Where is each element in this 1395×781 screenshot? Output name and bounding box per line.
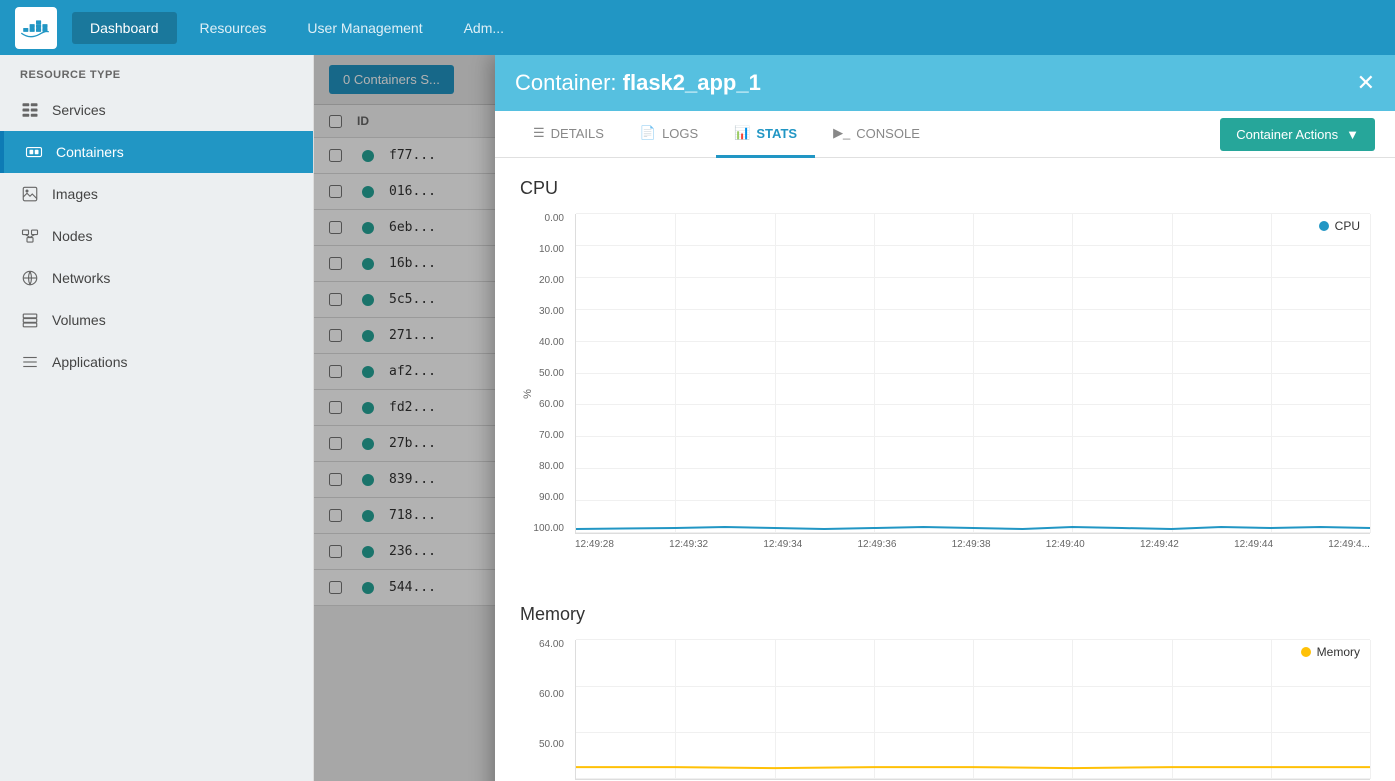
y-axis-unit: %: [522, 389, 534, 399]
sidebar-item-nodes-label: Nodes: [52, 228, 92, 244]
cpu-chart-section: CPU CPU 100.00 90.00 80.00: [520, 178, 1370, 574]
y-label-3: 70.00: [520, 431, 570, 441]
memory-chart-svg: [576, 640, 1370, 779]
modal-title: Container: flask2_app_1: [515, 70, 761, 96]
details-icon: ☰: [533, 125, 545, 141]
y-label-10: 0.00: [520, 214, 570, 224]
y-label-8: 20.00: [520, 276, 570, 286]
nodes-icon: [20, 226, 40, 246]
modal-overlay: Container: flask2_app_1 ✕ ☰ DETAILS 📄 LO…: [314, 55, 1395, 781]
mem-y-label-3: 64.00: [520, 640, 570, 650]
cpu-chart-svg: [576, 214, 1370, 533]
sidebar-item-nodes[interactable]: Nodes: [0, 215, 313, 257]
x-label-7: 12:49:44: [1234, 539, 1273, 550]
sidebar-item-containers[interactable]: Containers: [0, 131, 313, 173]
y-label-5: 50.00: [520, 369, 570, 379]
y-label-7: 30.00: [520, 307, 570, 317]
modal-tabs: ☰ DETAILS 📄 LOGS 📊 STATS ▶_ CONSOLE: [495, 111, 1395, 158]
sidebar-item-images-label: Images: [52, 186, 98, 202]
sidebar-item-volumes[interactable]: Volumes: [0, 299, 313, 341]
sidebar: RESOURCE TYPE Services Containers Images…: [0, 55, 314, 781]
cpu-y-axis: 100.00 90.00 80.00 70.00 60.00 50.00 40.…: [520, 214, 570, 534]
networks-icon: [20, 268, 40, 288]
modal-close-button[interactable]: ✕: [1357, 72, 1375, 94]
x-label-8: 12:49:4...: [1328, 539, 1370, 550]
logs-icon: 📄: [640, 125, 656, 141]
console-icon: ▶_: [833, 125, 850, 141]
content-area: 0 Containers S... ID f77... 016... 6eb..…: [314, 55, 1395, 781]
x-label-0: 12:49:28: [575, 539, 614, 550]
x-label-5: 12:49:40: [1046, 539, 1085, 550]
nav-tab-resources[interactable]: Resources: [182, 12, 285, 44]
memory-chart-title: Memory: [520, 604, 1370, 625]
mem-y-label-2: 60.00: [520, 690, 570, 700]
sidebar-item-applications[interactable]: Applications: [0, 341, 313, 383]
applications-icon: [20, 352, 40, 372]
tab-logs[interactable]: 📄 LOGS: [622, 111, 716, 158]
modal-header: Container: flask2_app_1 ✕: [495, 55, 1395, 111]
y-label-9: 10.00: [520, 245, 570, 255]
top-navigation: Dashboard Resources User Management Adm.…: [0, 0, 1395, 55]
memory-chart-section: Memory Memory 40.00 50.00 60.: [520, 604, 1370, 781]
sidebar-item-images[interactable]: Images: [0, 173, 313, 215]
y-label-1: 90.00: [520, 493, 570, 503]
x-label-4: 12:49:38: [952, 539, 991, 550]
modal-container-name: flask2_app_1: [623, 70, 761, 95]
x-label-2: 12:49:34: [763, 539, 802, 550]
y-label-4: 60.00: [520, 400, 570, 410]
images-icon: [20, 184, 40, 204]
x-label-3: 12:49:36: [857, 539, 896, 550]
nav-tab-user-management[interactable]: User Management: [289, 12, 440, 44]
sidebar-item-networks-label: Networks: [52, 270, 110, 286]
main-layout: RESOURCE TYPE Services Containers Images…: [0, 55, 1395, 781]
sidebar-section-title: RESOURCE TYPE: [0, 55, 313, 89]
modal-body[interactable]: CPU CPU 100.00 90.00 80.00: [495, 158, 1395, 781]
sidebar-item-services[interactable]: Services: [0, 89, 313, 131]
y-label-2: 80.00: [520, 462, 570, 472]
tab-stats[interactable]: 📊 STATS: [716, 111, 815, 158]
memory-chart-container: Memory 40.00 50.00 60.00 64.00: [520, 640, 1370, 781]
sidebar-item-applications-label: Applications: [52, 354, 128, 370]
container-actions-button[interactable]: Container Actions ▼: [1220, 118, 1375, 151]
sidebar-item-services-label: Services: [52, 102, 106, 118]
tab-console[interactable]: ▶_ CONSOLE: [815, 111, 938, 158]
y-label-6: 40.00: [520, 338, 570, 348]
sidebar-item-containers-label: Containers: [56, 144, 124, 160]
x-label-6: 12:49:42: [1140, 539, 1179, 550]
sidebar-item-volumes-label: Volumes: [52, 312, 106, 328]
x-label-1: 12:49:32: [669, 539, 708, 550]
cpu-x-axis: 12:49:28 12:49:32 12:49:34 12:49:36 12:4…: [575, 534, 1370, 550]
tab-details[interactable]: ☰ DETAILS: [515, 111, 622, 158]
memory-y-axis: 40.00 50.00 60.00 64.00: [520, 640, 570, 781]
services-icon: [20, 100, 40, 120]
volumes-icon: [20, 310, 40, 330]
nav-tab-dashboard[interactable]: Dashboard: [72, 12, 177, 44]
cpu-chart-container: CPU 100.00 90.00 80.00 70.00 60.00 50.00…: [520, 214, 1370, 574]
mem-y-label-1: 50.00: [520, 740, 570, 750]
memory-chart-area: [575, 640, 1370, 780]
stats-icon: 📊: [734, 125, 750, 141]
cpu-chart-title: CPU: [520, 178, 1370, 199]
cpu-chart-area: [575, 214, 1370, 534]
nav-tab-adm[interactable]: Adm...: [446, 12, 522, 44]
sidebar-item-networks[interactable]: Networks: [0, 257, 313, 299]
containers-icon: [24, 142, 44, 162]
app-logo[interactable]: [15, 7, 57, 49]
dropdown-chevron-icon: ▼: [1346, 127, 1359, 142]
modal-panel: Container: flask2_app_1 ✕ ☰ DETAILS 📄 LO…: [495, 55, 1395, 781]
y-label-0: 100.00: [520, 524, 570, 534]
